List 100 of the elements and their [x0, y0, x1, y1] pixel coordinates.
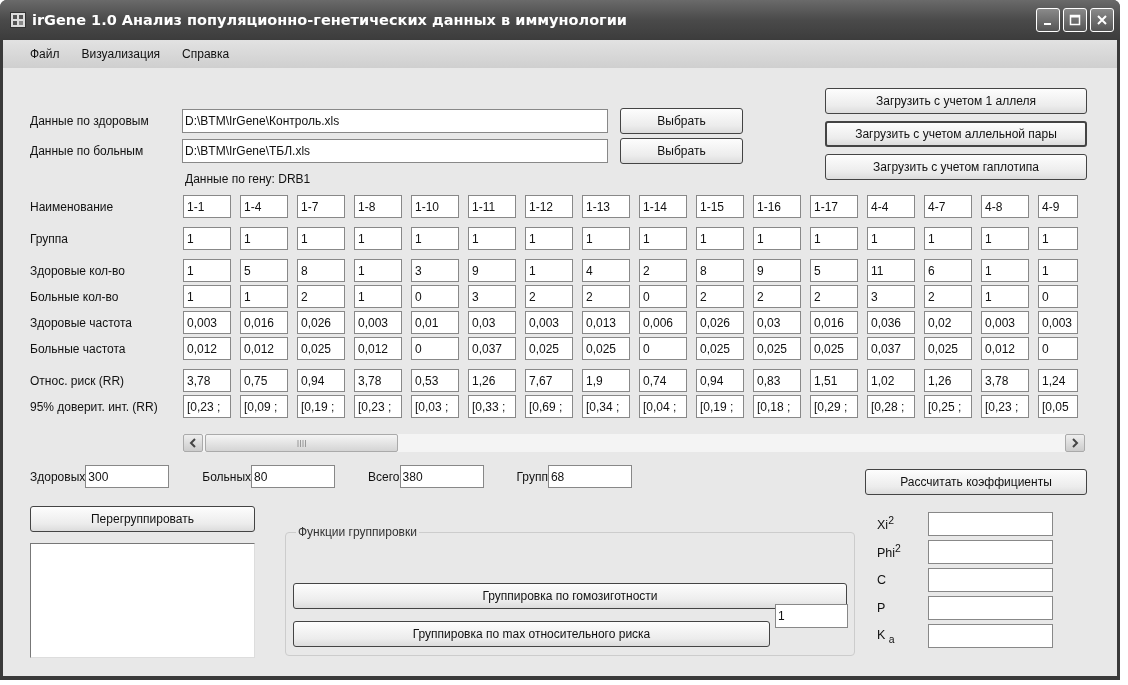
text-field[interactable]: 1-14	[639, 195, 687, 218]
text-field[interactable]: 9	[753, 259, 801, 282]
text-field[interactable]: 0,016	[240, 311, 288, 334]
text-field[interactable]: 0,53	[411, 369, 459, 392]
text-field[interactable]: [0,09 ;	[240, 395, 288, 418]
text-field[interactable]: 4-4	[867, 195, 915, 218]
text-field[interactable]: 0,025	[696, 337, 744, 360]
text-field[interactable]: 0,025	[753, 337, 801, 360]
text-field[interactable]: 0,74	[639, 369, 687, 392]
text-field[interactable]: 11	[867, 259, 915, 282]
calculate-button[interactable]: Рассчитать коэффициенты	[865, 469, 1087, 495]
text-field[interactable]: 1-11	[468, 195, 516, 218]
text-field[interactable]: 1	[753, 227, 801, 250]
text-field[interactable]: 0,025	[297, 337, 345, 360]
text-field[interactable]: 1,24	[1038, 369, 1078, 392]
text-field[interactable]: 2	[696, 285, 744, 308]
text-field[interactable]: 300	[85, 465, 170, 488]
text-field[interactable]: 1-16	[753, 195, 801, 218]
text-field[interactable]	[928, 512, 1053, 536]
text-field[interactable]: 1,26	[924, 369, 972, 392]
browse-button[interactable]: Выбрать	[620, 108, 743, 134]
text-field[interactable]: 3	[411, 259, 459, 282]
menu-item[interactable]: Файл	[20, 47, 72, 61]
text-field[interactable]: 2	[582, 285, 630, 308]
text-field[interactable]: 0,012	[981, 337, 1029, 360]
scroll-left-button[interactable]	[183, 434, 203, 452]
text-field[interactable]: 3,78	[354, 369, 402, 392]
text-field[interactable]: 1	[411, 227, 459, 250]
text-field[interactable]: 1	[354, 227, 402, 250]
text-field[interactable]: 0	[1038, 285, 1078, 308]
text-field[interactable]: 0,012	[354, 337, 402, 360]
text-field[interactable]: 0,01	[411, 311, 459, 334]
text-field[interactable]: 3,78	[183, 369, 231, 392]
text-field[interactable]: 0	[1038, 337, 1078, 360]
text-field[interactable]: 1,51	[810, 369, 858, 392]
menu-item[interactable]: Справка	[172, 47, 242, 61]
text-field[interactable]: 1-13	[582, 195, 630, 218]
text-field[interactable]: 8	[696, 259, 744, 282]
text-field[interactable]: 0,012	[183, 337, 231, 360]
text-field[interactable]: 1	[867, 227, 915, 250]
text-field[interactable]: 1	[354, 285, 402, 308]
text-field[interactable]: [0,28 ;	[867, 395, 915, 418]
text-field[interactable]: 1	[354, 259, 402, 282]
text-field[interactable]: 2	[525, 285, 573, 308]
text-field[interactable]: 0,003	[981, 311, 1029, 334]
text-field[interactable]: 1	[775, 604, 848, 628]
text-field[interactable]: 0,026	[696, 311, 744, 334]
maximize-button[interactable]	[1063, 8, 1087, 32]
text-field[interactable]: 1	[582, 227, 630, 250]
text-field[interactable]: 1	[981, 285, 1029, 308]
text-field[interactable]: 0,003	[525, 311, 573, 334]
text-field[interactable]: 1	[981, 259, 1029, 282]
text-field[interactable]: 0,003	[183, 311, 231, 334]
text-field[interactable]: 0,83	[753, 369, 801, 392]
text-field[interactable]: 0,025	[810, 337, 858, 360]
text-field[interactable]: [0,18 ;	[753, 395, 801, 418]
text-field[interactable]: 1	[525, 227, 573, 250]
text-field[interactable]: 4-8	[981, 195, 1029, 218]
grouping-button[interactable]: Группировка по max относительного риска	[293, 621, 770, 647]
text-field[interactable]: [0,69 ;	[525, 395, 573, 418]
text-field[interactable]: [0,19 ;	[297, 395, 345, 418]
text-field[interactable]: 5	[810, 259, 858, 282]
text-field[interactable]: 0,006	[639, 311, 687, 334]
text-field[interactable]: 9	[468, 259, 516, 282]
text-field[interactable]: 1-7	[297, 195, 345, 218]
text-field[interactable]: 1	[240, 227, 288, 250]
text-field[interactable]: [0,05	[1038, 395, 1078, 418]
text-field[interactable]: [0,03 ;	[411, 395, 459, 418]
text-field[interactable]: 0,025	[582, 337, 630, 360]
text-field[interactable]: 1	[1038, 259, 1078, 282]
text-field[interactable]: 0,94	[696, 369, 744, 392]
text-field[interactable]: 1	[297, 227, 345, 250]
text-field[interactable]: 1-4	[240, 195, 288, 218]
text-field[interactable]: 4	[582, 259, 630, 282]
text-field[interactable]: 1-10	[411, 195, 459, 218]
text-field[interactable]: 1	[525, 259, 573, 282]
text-field[interactable]	[928, 568, 1053, 592]
text-field[interactable]	[928, 596, 1053, 620]
text-field[interactable]: 0,037	[867, 337, 915, 360]
text-field[interactable]	[928, 624, 1053, 648]
text-field[interactable]: 1	[639, 227, 687, 250]
text-field[interactable]: 1-17	[810, 195, 858, 218]
text-field[interactable]: [0,19 ;	[696, 395, 744, 418]
text-field[interactable]: 0	[411, 337, 459, 360]
text-field[interactable]: 68	[547, 465, 632, 488]
text-field[interactable]: 1-12	[525, 195, 573, 218]
text-field[interactable]: 0,013	[582, 311, 630, 334]
menu-item[interactable]: Визуализация	[71, 47, 173, 61]
text-field[interactable]: 4-9	[1038, 195, 1078, 218]
scroll-right-button[interactable]	[1065, 434, 1085, 452]
text-field[interactable]: D:\BTM\IrGene\Контроль.xls	[182, 109, 608, 133]
text-field[interactable]: [0,23 ;	[981, 395, 1029, 418]
close-button[interactable]	[1090, 8, 1114, 32]
text-field[interactable]: [0,04 ;	[639, 395, 687, 418]
text-field[interactable]: 0,003	[1038, 311, 1078, 334]
text-field[interactable]: 1-8	[354, 195, 402, 218]
text-field[interactable]: 7,67	[525, 369, 573, 392]
text-field[interactable]: 1	[183, 259, 231, 282]
text-field[interactable]: 4-7	[924, 195, 972, 218]
text-field[interactable]: 1	[240, 285, 288, 308]
